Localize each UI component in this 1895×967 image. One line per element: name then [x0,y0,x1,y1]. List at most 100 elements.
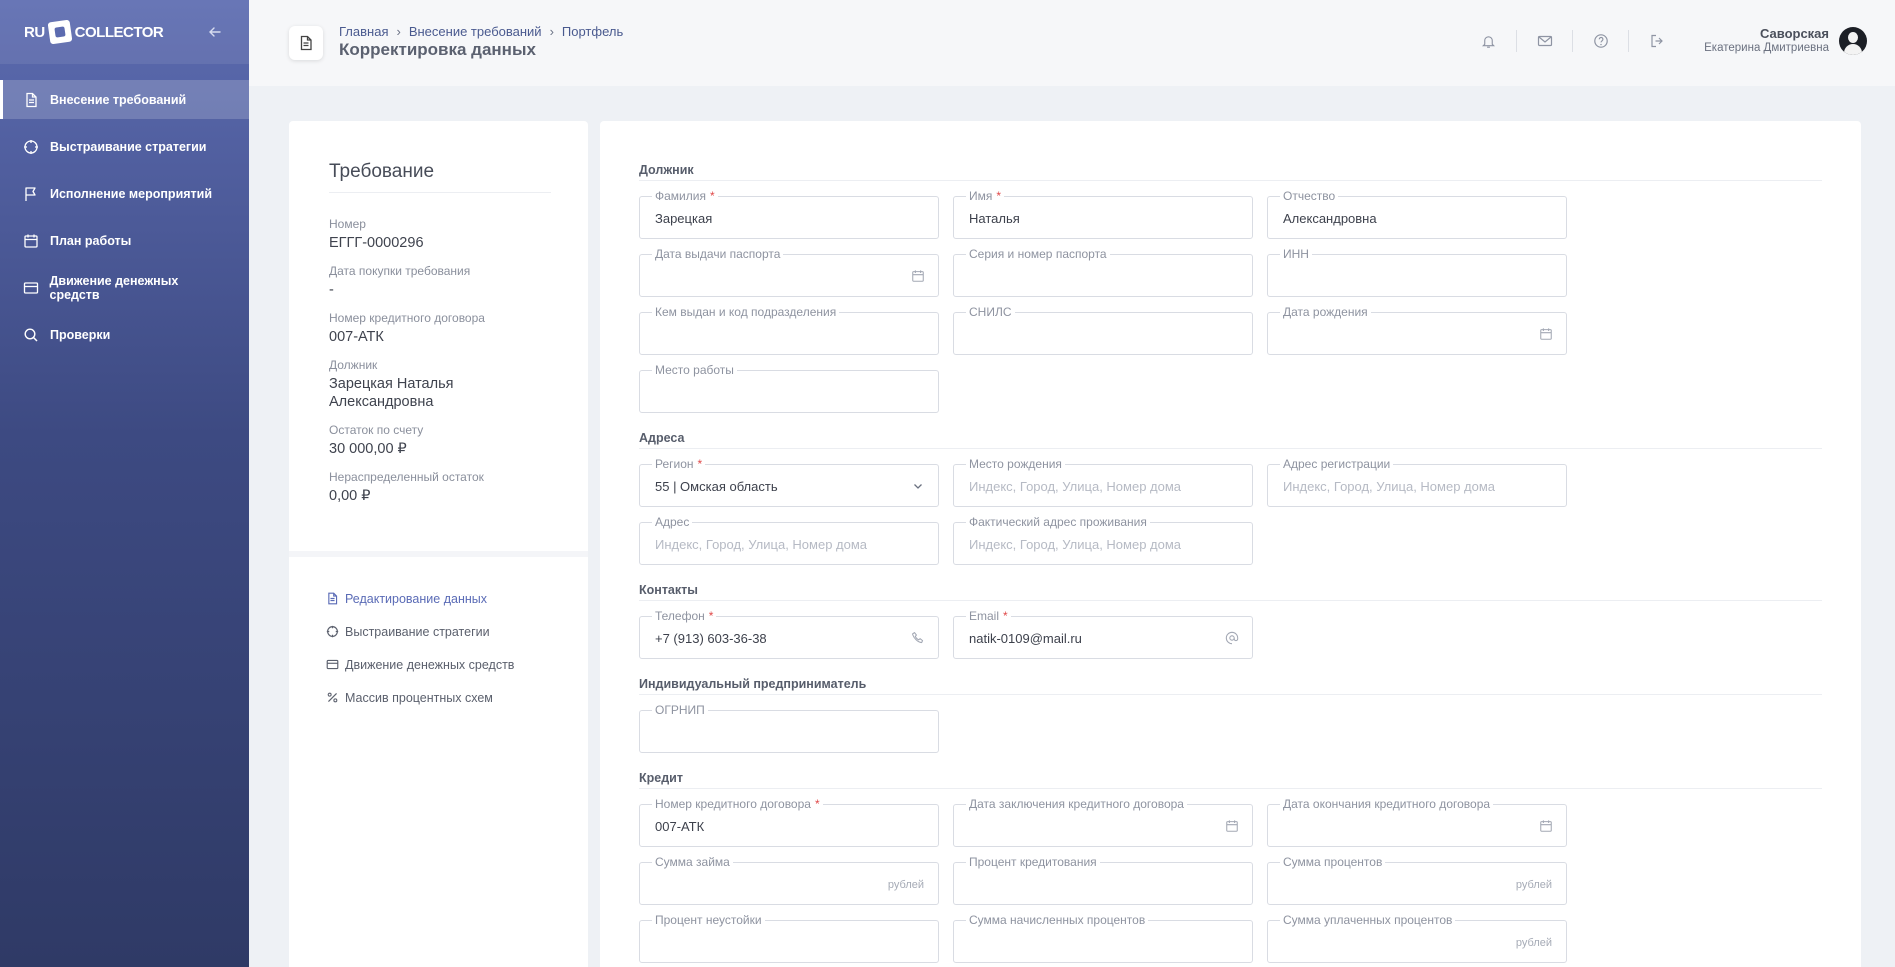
sidebar-item-strategy[interactable]: Выстраивание стратегии [0,127,249,166]
sidebar-item-label: Исполнение мероприятий [50,186,213,201]
notifications-button[interactable] [1461,30,1517,52]
phone-field[interactable]: Телефон * [639,609,939,659]
loan-sum-field[interactable]: Сумма займа рублей [639,855,939,905]
ogrnip-field[interactable]: ОГРНИП [639,703,939,753]
interest-sum-input[interactable] [1283,877,1523,892]
calendar-icon[interactable] [910,268,926,284]
birth-place-input[interactable] [969,479,1209,494]
sidebar-item-events[interactable]: Исполнение мероприятий [0,174,249,213]
sidebar-item-checks[interactable]: Проверки [0,315,249,354]
birth-place-field[interactable]: Место рождения [953,457,1253,507]
loan-sum-input[interactable] [655,877,895,892]
passport-number-field[interactable]: Серия и номер паспорта [953,247,1253,297]
claim-field: Номер ЕГГГ-0000296 [329,217,559,252]
claim-menu-strategy[interactable]: Выстраивание стратегии [325,615,514,648]
contract-date-field[interactable]: Дата заключения кредитного договора [953,797,1253,847]
calendar-icon[interactable] [1224,818,1240,834]
claim-field-value: - [329,282,334,298]
issued-by-input[interactable] [655,327,895,342]
workplace-input[interactable] [655,385,895,400]
registration-address-input[interactable] [1283,479,1523,494]
sidebar-item-claims[interactable]: Внесение требований [0,80,249,119]
app-logo[interactable]: RU COLLECTOR [24,19,164,45]
avatar[interactable] [1839,27,1867,55]
messages-button[interactable] [1517,30,1573,52]
claim-menu-edit[interactable]: Редактирование данных [325,582,514,615]
logout-button[interactable] [1629,30,1685,52]
sidebar-item-cashflow[interactable]: Движение денежных средств [0,268,249,307]
email-field[interactable]: Email * [953,609,1253,659]
calendar-icon[interactable] [1538,326,1554,342]
interest-rate-field[interactable]: Процент кредитования [953,855,1253,905]
claim-field-value: Зарецкая Наталья Александровна [329,376,454,410]
breadcrumb: Главная › Внесение требований › Портфель [339,24,623,39]
passport-date-field[interactable]: Дата выдачи паспорта [639,247,939,297]
breadcrumb-home[interactable]: Главная [339,24,388,39]
registration-address-field[interactable]: Адрес регистрации [1267,457,1567,507]
mail-icon [1537,35,1552,47]
ogrnip-input[interactable] [655,725,895,740]
paid-interest-field[interactable]: Сумма уплаченных процентов рублей [1267,913,1567,963]
first-name-field[interactable]: Имя * [953,189,1253,239]
divider [289,551,588,557]
breadcrumb-portfolio[interactable]: Портфель [562,24,623,39]
sidebar-nav: Внесение требований Выстраивание стратег… [0,80,249,354]
collapse-sidebar-button[interactable] [205,22,225,42]
contract-date-input[interactable] [969,819,1209,834]
calendar-icon[interactable] [1538,818,1554,834]
breadcrumb-claims[interactable]: Внесение требований [409,24,542,39]
chevron-down-icon[interactable] [910,478,926,494]
help-button[interactable] [1573,30,1629,52]
last-name-field[interactable]: Фамилия * [639,189,939,239]
field-label: Имя * [966,189,1005,203]
actual-address-input[interactable] [969,537,1209,552]
first-name-input[interactable] [969,211,1209,226]
phone-input[interactable] [655,631,895,646]
last-name-input[interactable] [655,211,895,226]
sidebar-item-plan[interactable]: План работы [0,221,249,260]
birth-date-input[interactable] [1283,327,1523,342]
phone-icon [910,630,926,646]
penalty-rate-field[interactable]: Процент неустойки [639,913,939,963]
actual-address-field[interactable]: Фактический адрес проживания [953,515,1253,565]
interest-sum-field[interactable]: Сумма процентов рублей [1267,855,1567,905]
claim-field-label: Должник [329,358,378,372]
topbar: Главная › Внесение требований › Портфель… [249,0,1895,86]
snils-field[interactable]: СНИЛС [953,305,1253,355]
contract-end-input[interactable] [1283,819,1523,834]
address-input[interactable] [655,537,895,552]
region-select[interactable]: Регион * [639,457,939,507]
passport-number-input[interactable] [969,269,1209,284]
region-input[interactable] [655,479,895,494]
penalty-rate-input[interactable] [655,935,895,950]
patronymic-input[interactable] [1283,211,1523,226]
passport-date-input[interactable] [655,269,895,284]
flag-icon [22,185,40,203]
accrued-interest-field[interactable]: Сумма начисленных процентов [953,913,1253,963]
email-input[interactable] [969,631,1209,646]
patronymic-field[interactable]: Отчество [1267,189,1567,239]
field-label: Фамилия * [652,189,718,203]
workplace-field[interactable]: Место работы [639,363,939,413]
issued-by-field[interactable]: Кем выдан и код подразделения [639,305,939,355]
accrued-interest-input[interactable] [969,935,1209,950]
claim-menu-label: Движение денежных средств [345,657,515,672]
address-field[interactable]: Адрес [639,515,939,565]
claim-title: Требование [329,161,435,182]
sidebar-item-label: Движение денежных средств [49,273,179,302]
claim-menu-cashflow[interactable]: Движение денежных средств [325,648,514,681]
paid-interest-input[interactable] [1283,935,1523,950]
interest-rate-input[interactable] [969,877,1209,892]
contract-end-field[interactable]: Дата окончания кредитного договора [1267,797,1567,847]
contract-number-field[interactable]: Номер кредитного договора * [639,797,939,847]
claim-menu-percent-schemes[interactable]: Массив процентных схем [325,681,514,714]
field-label: Отчество [1280,189,1339,203]
inn-input[interactable] [1283,269,1523,284]
inn-field[interactable]: ИНН [1267,247,1567,297]
birth-date-field[interactable]: Дата рождения [1267,305,1567,355]
user-block[interactable]: Саворская Екатерина Дмитриевна [1704,26,1829,54]
claim-field: Остаток по счету 30 000,00 ₽ [329,423,559,458]
snils-input[interactable] [969,327,1209,342]
contract-number-input[interactable] [655,819,895,834]
claim-menu: Редактирование данных Выстраивание страт… [325,582,514,714]
